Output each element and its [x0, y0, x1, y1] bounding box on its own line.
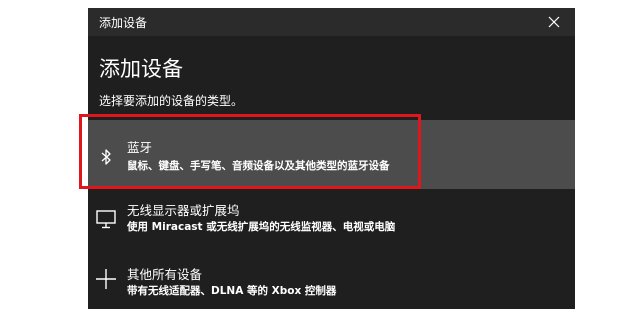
close-button[interactable]: [543, 11, 565, 33]
add-device-dialog: 添加设备 添加设备 选择要添加的设备的类型。 蓝牙 鼠标、键盘、手写笔、音频设备…: [88, 8, 575, 309]
option-everything-else[interactable]: 其他所有设备 带有无线适配器、DLNA 等的 Xbox 控制器: [88, 258, 575, 309]
close-icon: [548, 16, 560, 28]
monitor-icon: [95, 208, 117, 230]
option-label: 无线显示器或扩展坞: [127, 203, 240, 218]
option-label: 蓝牙: [127, 140, 153, 155]
plus-icon: [95, 268, 117, 290]
option-label: 其他所有设备: [127, 267, 203, 282]
title-bar: 添加设备: [88, 8, 575, 36]
option-description: 带有无线适配器、DLNA 等的 Xbox 控制器: [127, 285, 337, 297]
bluetooth-icon: [95, 146, 117, 168]
page-title: 添加设备: [99, 57, 183, 81]
option-bluetooth[interactable]: 蓝牙 鼠标、键盘、手写笔、音频设备以及其他类型的蓝牙设备: [88, 120, 575, 189]
option-description: 鼠标、键盘、手写笔、音频设备以及其他类型的蓝牙设备: [127, 160, 390, 172]
option-wireless-display[interactable]: 无线显示器或扩展坞 使用 Miracast 或无线扩展坞的无线监视器、电视或电脑: [88, 194, 575, 246]
window-title: 添加设备: [99, 16, 148, 30]
option-description: 使用 Miracast 或无线扩展坞的无线监视器、电视或电脑: [127, 221, 396, 233]
instruction-text: 选择要添加的设备的类型。: [99, 94, 244, 108]
